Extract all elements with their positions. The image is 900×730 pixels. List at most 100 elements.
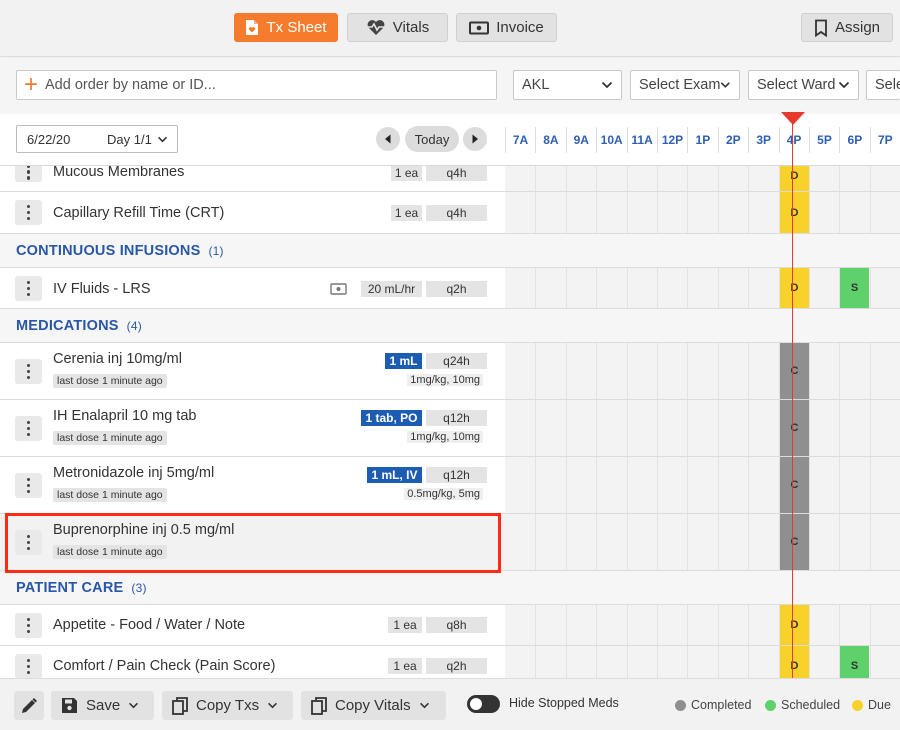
timeline-header: 6/22/20 Day 1/1 Today 7A 8A 9A 10A 11A 12P 1P 2… (0, 114, 900, 166)
hour-gridline (748, 192, 750, 233)
row-menu-button[interactable] (15, 200, 42, 225)
treatment-name: Metronidazole inj 5mg/ml (53, 465, 215, 481)
hour-gridline (717, 166, 719, 191)
tab-vitals[interactable]: Vitals (347, 13, 448, 42)
heart-pulse-icon (367, 20, 385, 35)
tx-sheet-icon (246, 20, 259, 35)
section-medications: MEDICATIONS (4) (0, 309, 900, 343)
chevron-down-icon (419, 702, 429, 709)
assign-label: Assign (834, 19, 881, 36)
section-count: (1) (208, 243, 224, 258)
hour-gridline (839, 166, 841, 191)
assign-button[interactable]: Assign (801, 13, 893, 42)
exam-select[interactable]: Select Exam (630, 70, 740, 100)
row-timeline[interactable]: D (505, 605, 900, 645)
add-order-field[interactable]: + (16, 70, 497, 100)
dosage-detail: 1mg/kg, 10mg (407, 374, 483, 386)
date-picker[interactable]: 6/22/20 Day 1/1 (16, 125, 178, 153)
due-block[interactable]: D (780, 268, 809, 308)
hour-gridline (565, 343, 567, 399)
due-block[interactable]: D (780, 646, 809, 678)
hour-label: 4P (778, 127, 809, 153)
copy-icon (311, 696, 327, 715)
hide-stopped-toggle[interactable] (467, 695, 500, 713)
tab-tx-sheet[interactable]: Tx Sheet (234, 13, 338, 42)
last-dose-badge: last dose 1 minute ago (53, 374, 167, 388)
hour-gridline (748, 400, 750, 456)
completed-block[interactable]: C (780, 457, 809, 513)
copy-vitals-button[interactable]: Copy Vitals (301, 691, 446, 720)
row-timeline[interactable]: D S (505, 268, 900, 308)
hour-gridline (717, 400, 719, 456)
row-timeline[interactable]: C (505, 343, 900, 399)
dosage-detail: 0.5mg/kg, 5mg (404, 488, 483, 500)
row-menu-button[interactable] (15, 613, 42, 638)
today-button[interactable]: Today (405, 126, 459, 152)
hour-gridline (565, 166, 567, 191)
current-time-marker (781, 112, 805, 125)
hour-label: 2P (717, 127, 748, 153)
day-value: Day 1/1 (107, 131, 152, 147)
hour-gridline (869, 646, 871, 678)
treatment-row-mucous-membranes[interactable]: Mucous Membranes 1 ea q4h D (0, 166, 900, 192)
row-timeline[interactable]: C (505, 457, 900, 513)
row-timeline[interactable]: D (505, 192, 900, 233)
clinic-select-value: AKL (522, 77, 550, 93)
row-menu-button[interactable] (15, 654, 42, 678)
hour-gridline (839, 400, 841, 456)
hour-gridline (535, 192, 537, 233)
hour-gridline (869, 514, 871, 570)
row-timeline[interactable]: C (505, 400, 900, 456)
pencil-icon (22, 697, 37, 713)
hour-gridline (657, 514, 658, 570)
ward-select[interactable]: Select Ward (748, 70, 859, 100)
row-menu-button[interactable] (15, 416, 42, 441)
hour-gridline (839, 192, 841, 233)
treatment-row-cerenia[interactable]: Cerenia inj 10mg/ml last dose 1 minute a… (0, 343, 900, 400)
tab-invoice[interactable]: Invoice (456, 13, 557, 42)
treatment-row-appetite[interactable]: Appetite - Food / Water / Note 1 ea q8h … (0, 605, 900, 646)
completed-block[interactable]: C (780, 514, 809, 570)
treatment-row-iv-fluids[interactable]: IV Fluids - LRS 20 mL/hr q2h D S (0, 268, 900, 309)
hour-gridline (626, 514, 628, 570)
row-menu-button[interactable] (15, 473, 42, 498)
legend-label: Completed (691, 698, 752, 712)
due-block[interactable]: D (780, 605, 809, 645)
hour-label: 5P (809, 127, 839, 153)
add-order-input[interactable] (45, 77, 485, 93)
row-timeline[interactable]: D (505, 166, 900, 191)
due-block[interactable]: D (780, 192, 809, 233)
extra-select[interactable]: Sele (866, 70, 900, 100)
hour-label: 3P (748, 127, 778, 153)
scheduled-block[interactable]: S (840, 268, 869, 308)
row-menu-button[interactable] (15, 166, 42, 182)
row-timeline[interactable]: D S (505, 646, 900, 678)
treatment-row-enalapril[interactable]: IH Enalapril 10 mg tab last dose 1 minut… (0, 400, 900, 457)
top-toolbar: Tx Sheet Vitals Invoice Assign (0, 0, 900, 57)
scheduled-block[interactable]: S (840, 646, 869, 678)
frequency-badge: q4h (426, 166, 487, 181)
treatment-name: Mucous Membranes (53, 166, 185, 180)
completed-block[interactable]: C (780, 343, 809, 399)
save-button[interactable]: Save (51, 691, 154, 720)
hour-gridline (869, 605, 871, 645)
hour-label: 1P (687, 127, 717, 153)
clinic-select[interactable]: AKL (513, 70, 622, 100)
row-menu-button[interactable] (15, 359, 42, 384)
edit-button[interactable] (14, 691, 44, 720)
copy-txs-button[interactable]: Copy Txs (162, 691, 293, 720)
row-menu-button[interactable] (15, 276, 42, 301)
treatment-row-comfort-pain[interactable]: Comfort / Pain Check (Pain Score) 1 ea q… (0, 646, 900, 678)
hour-gridline (535, 343, 537, 399)
treatment-row-metronidazole[interactable]: Metronidazole inj 5mg/ml last dose 1 min… (0, 457, 900, 514)
due-block[interactable]: D (780, 166, 809, 191)
hour-gridline (717, 457, 719, 513)
hour-gridline (809, 646, 810, 678)
prev-day-button[interactable] (376, 127, 400, 151)
treatment-row-crt[interactable]: Capillary Refill Time (CRT) 1 ea q4h D (0, 192, 900, 234)
completed-block[interactable]: C (780, 400, 809, 456)
next-day-button[interactable] (463, 127, 487, 151)
row-timeline[interactable]: C (505, 514, 900, 570)
hour-gridline (748, 514, 750, 570)
bottom-toolbar: Save Copy Txs Copy Vitals Hide Stopped M… (0, 678, 900, 730)
